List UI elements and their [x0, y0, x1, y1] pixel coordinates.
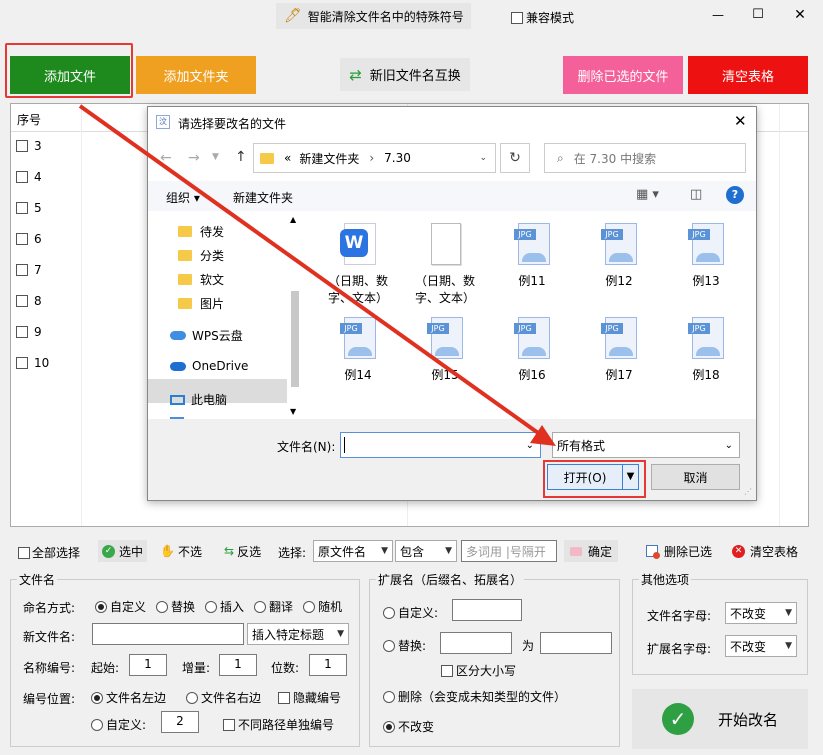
annotation-arrow	[78, 104, 556, 446]
arrow-shaft	[78, 104, 550, 442]
